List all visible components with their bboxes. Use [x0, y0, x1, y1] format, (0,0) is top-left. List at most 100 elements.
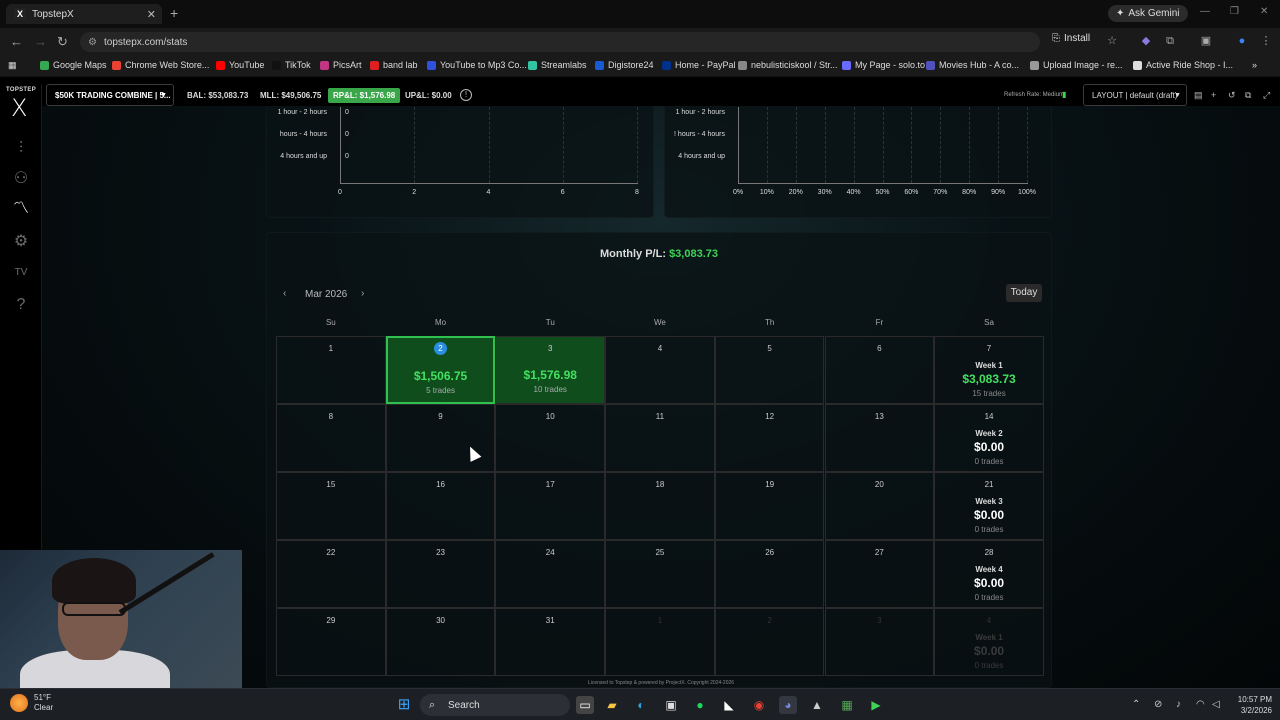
calendar-day-cell[interactable]: 2 $1,506.75 5 trades — [385, 336, 496, 404]
windows-start-icon[interactable]: ⊞ — [395, 696, 413, 714]
bookmark-item[interactable]: My Page - solo.to — [842, 60, 925, 70]
bookmark-item[interactable]: Chrome Web Store... — [112, 60, 209, 70]
bookmark-item[interactable]: Digistore24 — [595, 60, 654, 70]
install-app-button[interactable]: ⎘ Install — [1052, 33, 1090, 44]
system-clock[interactable]: 10:57 PM 3/2/2026 — [1222, 694, 1272, 716]
calendar-day-cell[interactable]: 31 — [495, 608, 606, 676]
calendar-day-cell[interactable]: 6 — [824, 336, 935, 404]
bookmark-item[interactable]: TikTok — [272, 60, 311, 70]
weather-widget[interactable]: 51°F Clear — [10, 693, 53, 713]
volume-icon[interactable]: ◁ — [1212, 699, 1220, 710]
week-summary-cell[interactable]: 7 Week 1 $3,083.73 15 trades — [934, 336, 1044, 404]
bookmark-item[interactable]: Streamlabs — [528, 60, 587, 70]
chrome-icon[interactable]: ◉ — [750, 696, 768, 714]
calendar-day-cell[interactable]: 24 — [495, 540, 606, 608]
calendar-day-cell[interactable]: 3 — [824, 608, 935, 676]
calendar-day-cell[interactable]: 12 — [714, 404, 825, 472]
edge-icon[interactable]: ◐ — [632, 696, 650, 714]
obs-icon[interactable]: ▲ — [808, 696, 826, 714]
help-icon[interactable]: ? — [10, 294, 32, 316]
topstep-taskbar-icon[interactable]: ▶ — [867, 696, 885, 714]
calendar-day-cell[interactable]: 13 — [824, 404, 935, 472]
bookmark-item[interactable]: PicsArt — [320, 60, 362, 70]
site-info-icon[interactable]: ⚙ — [88, 37, 97, 48]
sidepanel-icon[interactable]: ▣ — [1200, 35, 1212, 47]
calendar-day-cell[interactable]: 5 — [714, 336, 825, 404]
calendar-day-cell[interactable]: 23 — [385, 540, 496, 608]
task-view-icon[interactable]: ▭ — [576, 696, 594, 714]
calendar-day-cell[interactable]: 29 — [276, 608, 386, 676]
apps-grid-icon[interactable]: ▦ — [8, 60, 17, 71]
popout-icon[interactable]: ⧉ — [1245, 90, 1251, 101]
bookmark-item[interactable]: Active Ride Shop - I... — [1133, 60, 1233, 70]
next-month-icon[interactable]: › — [361, 288, 364, 299]
window-close-icon[interactable]: ✕ — [1260, 6, 1268, 17]
calendar-day-cell[interactable]: 27 — [824, 540, 935, 608]
save-layout-icon[interactable]: ▤ — [1194, 90, 1203, 101]
bookmark-item[interactable]: YouTube to Mp3 Co... — [427, 60, 527, 70]
week-summary-cell[interactable]: 14 Week 2 $0.00 0 trades — [934, 404, 1044, 472]
week-summary-cell[interactable]: 4 Week 1 $0.00 0 trades — [934, 608, 1044, 676]
app-icon[interactable]: ▦ — [838, 696, 856, 714]
bookmark-item[interactable]: YouTube — [216, 60, 264, 70]
stats-icon[interactable]: 〽 — [10, 198, 32, 220]
calendar-day-cell[interactable]: 30 — [385, 608, 496, 676]
bookmark-item[interactable]: Home - PayPal — [662, 60, 736, 70]
calendar-day-cell[interactable]: 4 — [605, 336, 715, 404]
spotify-icon[interactable]: ● — [691, 696, 709, 714]
url-field[interactable]: ⚙ topstepx.com/stats — [80, 32, 1040, 52]
calendar-day-cell[interactable]: 20 — [824, 472, 935, 540]
back-icon[interactable]: ← — [10, 34, 23, 49]
add-widget-icon[interactable]: + — [1211, 90, 1216, 100]
more-bookmarks-icon[interactable]: » — [1252, 60, 1257, 70]
calendar-day-cell[interactable]: 25 — [605, 540, 715, 608]
prev-month-icon[interactable]: ‹ — [283, 288, 286, 299]
calendar-day-cell[interactable]: 22 — [276, 540, 386, 608]
browser-tab[interactable]: X TopstepX ✕ — [6, 4, 162, 24]
store-icon[interactable]: ▣ — [662, 696, 680, 714]
close-tab-icon[interactable]: ✕ — [147, 8, 156, 21]
week-summary-cell[interactable]: 28 Week 4 $0.00 0 trades — [934, 540, 1044, 608]
tray-overflow-icon[interactable]: ⌃ — [1132, 699, 1140, 710]
account-selector[interactable]: $50K TRADING COMBINE | 5... ▼ — [46, 84, 174, 106]
calendar-day-cell[interactable]: 11 — [605, 404, 715, 472]
minimize-icon[interactable]: — — [1200, 6, 1210, 17]
settings-gear-icon[interactable]: ⚙ — [10, 231, 32, 253]
tradingview-icon[interactable]: ◣ — [720, 696, 738, 714]
info-icon[interactable]: ! — [460, 89, 472, 101]
forward-icon[interactable]: → — [34, 34, 47, 49]
today-button[interactable]: Today — [1006, 284, 1042, 302]
calendar-day-cell[interactable]: 17 — [495, 472, 606, 540]
taskbar-search[interactable]: ⌕ Search — [420, 694, 570, 716]
calendar-day-cell[interactable]: 9 — [385, 404, 496, 472]
calendar-day-cell[interactable]: 16 — [385, 472, 496, 540]
community-icon[interactable]: ⚇ — [10, 168, 32, 190]
extension-icon[interactable]: ◆ — [1140, 35, 1152, 47]
discord-icon[interactable]: ◕ — [779, 696, 797, 714]
calendar-day-cell[interactable]: 2 — [714, 608, 825, 676]
calendar-day-cell[interactable]: 1 — [276, 336, 386, 404]
fullscreen-icon[interactable]: ⤢ — [1263, 90, 1270, 101]
browser-menu-icon[interactable]: ⋮ — [1260, 35, 1272, 47]
layout-selector[interactable]: LAYOUT | default (draft) ▼ — [1083, 84, 1187, 106]
bookmark-item[interactable]: Movies Hub - A co... — [926, 60, 1019, 70]
calendar-day-cell[interactable]: 18 — [605, 472, 715, 540]
bookmark-item[interactable]: nebulisticiskool / Str... — [738, 60, 838, 70]
new-tab-icon[interactable]: + — [170, 5, 178, 21]
week-summary-cell[interactable]: 21 Week 3 $0.00 0 trades — [934, 472, 1044, 540]
calendar-day-cell[interactable]: 19 — [714, 472, 825, 540]
file-explorer-icon[interactable]: ▰ — [603, 696, 621, 714]
ask-gemini-button[interactable]: ✦ Ask Gemini — [1108, 5, 1188, 22]
calendar-day-cell[interactable]: 10 — [495, 404, 606, 472]
calendar-day-cell[interactable]: 8 — [276, 404, 386, 472]
microphone-icon[interactable]: ♪ — [1176, 699, 1181, 710]
calendar-day-cell[interactable]: 3 $1,576.98 10 trades — [495, 336, 606, 404]
bookmark-star-icon[interactable]: ☆ — [1106, 35, 1118, 47]
calendar-day-cell[interactable]: 15 — [276, 472, 386, 540]
bookmark-item[interactable]: Upload Image - re... — [1030, 60, 1123, 70]
calendar-day-cell[interactable]: 26 — [714, 540, 825, 608]
bookmark-item[interactable]: band lab — [370, 60, 418, 70]
restore-icon[interactable]: ❐ — [1230, 6, 1239, 17]
profile-icon[interactable]: ● — [1236, 35, 1248, 47]
trading-chart-icon[interactable]: ⫶ — [10, 138, 32, 160]
